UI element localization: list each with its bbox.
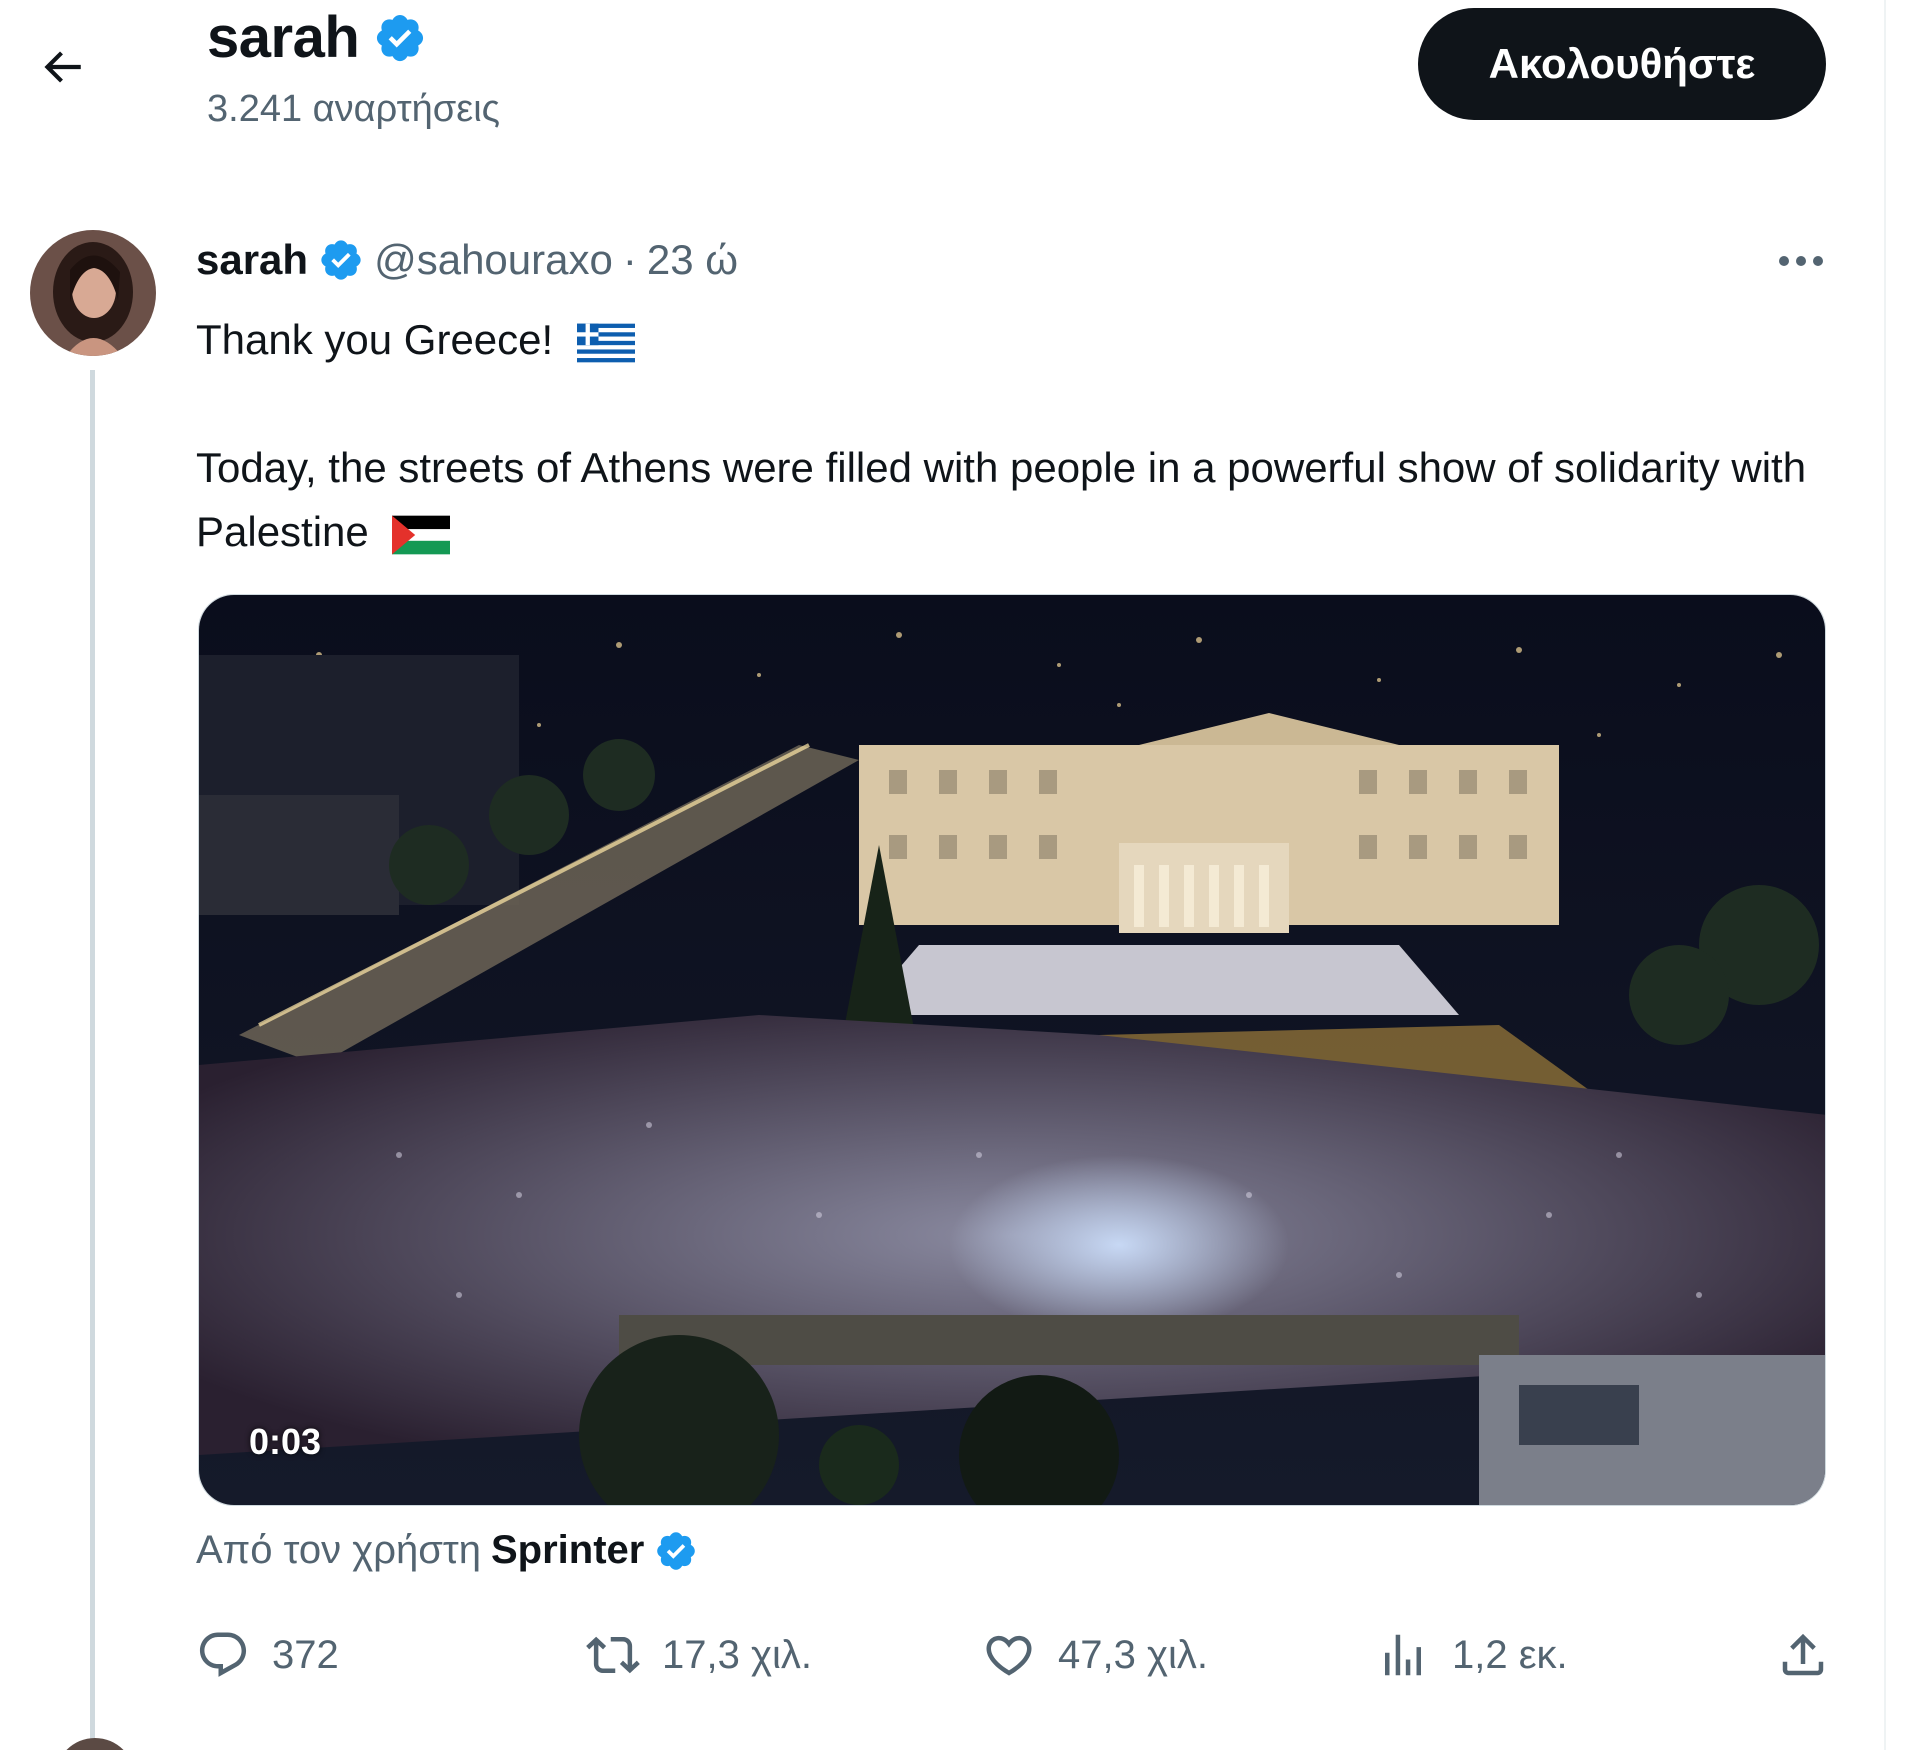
retweet-count: 17,3 χιλ. bbox=[662, 1632, 812, 1677]
views-chart-icon bbox=[1385, 1634, 1421, 1676]
avatar-image bbox=[30, 230, 156, 356]
tweet-author-name[interactable]: sarah bbox=[196, 236, 308, 284]
attribution-prefix: Από τον χρήστη bbox=[196, 1528, 481, 1572]
video-duration: 0:03 bbox=[249, 1421, 322, 1462]
tweet-text-line: Thank you Greece! bbox=[196, 308, 1836, 372]
retweet-icon bbox=[586, 1636, 640, 1674]
views-count: 1,2 εκ. bbox=[1452, 1632, 1568, 1677]
separator-dot: · bbox=[622, 236, 637, 283]
palestine-flag-emoji bbox=[392, 515, 451, 555]
tweet-header: sarah @sahouraxo · 23 ώ bbox=[196, 236, 738, 284]
media-attribution: Από τον χρήστη Sprinter bbox=[196, 1528, 698, 1573]
share-upload-icon bbox=[1782, 1633, 1824, 1676]
thread-line bbox=[90, 370, 95, 1750]
avatar[interactable] bbox=[30, 230, 156, 356]
reply-count: 372 bbox=[272, 1632, 339, 1677]
views-button[interactable]: 1,2 εκ. bbox=[1376, 1620, 1568, 1690]
tweet-handle[interactable]: @sahouraxo bbox=[374, 236, 613, 284]
header-name-row: sarah bbox=[207, 4, 427, 71]
post-count: 3.241 αναρτήσεις bbox=[207, 88, 500, 130]
more-button[interactable] bbox=[1766, 236, 1836, 286]
more-dots-icon bbox=[1779, 256, 1823, 266]
verified-badge-icon bbox=[377, 14, 424, 61]
greece-flag-emoji bbox=[576, 323, 635, 363]
like-count: 47,3 χιλ. bbox=[1058, 1632, 1208, 1677]
back-button[interactable] bbox=[30, 35, 94, 99]
attribution-user[interactable]: Sprinter bbox=[491, 1528, 644, 1573]
heart-icon bbox=[986, 1635, 1032, 1676]
next-tweet-avatar[interactable] bbox=[55, 1738, 135, 1750]
tweet-greeting: Thank you Greece! bbox=[196, 316, 554, 363]
tweet-text-paragraph: Today, the streets of Athens were filled… bbox=[196, 436, 1836, 564]
tweet-actions: 372 17,3 χιλ. 47,3 χιλ. 1,2 εκ. bbox=[196, 1620, 1836, 1690]
verified-badge-icon bbox=[321, 240, 361, 280]
tweet-time[interactable]: 23 ώ bbox=[647, 236, 738, 284]
like-button[interactable]: 47,3 χιλ. bbox=[982, 1620, 1208, 1690]
arrow-left-icon bbox=[44, 51, 81, 83]
tweet-text: Thank you Greece! Today, the streets of … bbox=[196, 308, 1836, 564]
reply-icon bbox=[199, 1632, 247, 1677]
share-button[interactable] bbox=[1776, 1620, 1830, 1690]
follow-button[interactable]: Ακολουθήστε bbox=[1418, 8, 1826, 120]
retweet-button[interactable]: 17,3 χιλ. bbox=[586, 1620, 812, 1690]
profile-header: sarah 3.241 αναρτήσεις Ακολουθήστε bbox=[0, 0, 1885, 160]
tweet-video[interactable]: 0:03 bbox=[198, 594, 1826, 1506]
column-border bbox=[1884, 0, 1886, 1750]
video-thumbnail bbox=[199, 595, 1825, 1505]
verified-badge-icon bbox=[657, 1531, 696, 1570]
reply-button[interactable]: 372 bbox=[196, 1620, 339, 1690]
profile-name: sarah bbox=[207, 5, 360, 70]
